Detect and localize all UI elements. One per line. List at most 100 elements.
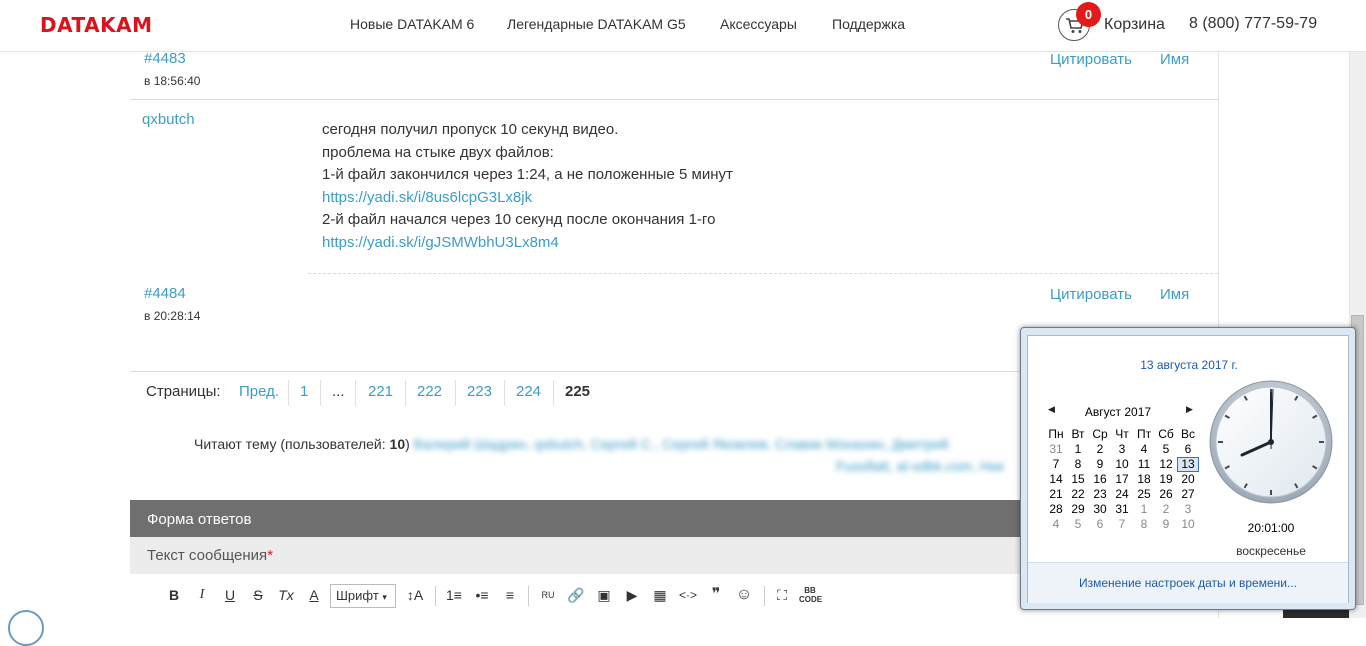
link-icon[interactable]: 🔗 <box>565 581 587 609</box>
clear-format-button[interactable]: Tx <box>275 581 297 609</box>
prev-month-icon[interactable]: ◀ <box>1048 404 1055 415</box>
calendar-day[interactable]: 31 <box>1111 502 1133 517</box>
calendar-day[interactable]: 17 <box>1111 472 1133 487</box>
calendar-day[interactable]: 10 <box>1177 517 1199 532</box>
calendar-day[interactable]: 8 <box>1133 517 1155 532</box>
align-button[interactable]: ≡ <box>499 581 521 609</box>
italic-button[interactable]: I <box>191 581 213 609</box>
calendar-day[interactable]: 27 <box>1177 487 1199 502</box>
calendar-day[interactable]: 8 <box>1067 457 1089 472</box>
calendar-day[interactable]: 4 <box>1045 517 1067 532</box>
nav-datakam-6[interactable]: Новые DATAKAM 6 <box>350 16 474 32</box>
calendar-day[interactable]: 9 <box>1089 457 1111 472</box>
calendar-day[interactable]: 5 <box>1067 517 1089 532</box>
calendar-day[interactable]: 4 <box>1133 442 1155 457</box>
calendar-day[interactable]: 10 <box>1111 457 1133 472</box>
nav-support[interactable]: Поддержка <box>832 16 905 32</box>
calendar-day[interactable]: 21 <box>1045 487 1067 502</box>
quote-button[interactable]: Цитировать <box>1050 286 1132 303</box>
pagination-prev[interactable]: Пред. <box>239 383 279 400</box>
calendar-day[interactable]: 25 <box>1133 487 1155 502</box>
font-size-button[interactable]: ↕A <box>400 581 430 609</box>
pagination-page[interactable]: 1 <box>300 383 308 400</box>
underline-button[interactable]: U <box>219 581 241 609</box>
pagination-page[interactable]: 223 <box>467 383 492 400</box>
pagination-page[interactable]: 224 <box>516 383 541 400</box>
calendar-day[interactable]: 7 <box>1111 517 1133 532</box>
calendar-day[interactable]: 19 <box>1155 472 1177 487</box>
post-id-link[interactable]: #4483 <box>144 50 186 67</box>
calendar-day[interactable]: 30 <box>1089 502 1111 517</box>
calendar-day[interactable]: 3 <box>1111 442 1133 457</box>
calendar-day[interactable]: 15 <box>1067 472 1089 487</box>
calendar-day[interactable]: 16 <box>1089 472 1111 487</box>
quote-icon[interactable]: ❞ <box>705 581 727 609</box>
image-icon[interactable]: ▣ <box>593 581 615 609</box>
phone-number[interactable]: 8 (800) 777-59-79 <box>1189 15 1317 33</box>
smiley-icon[interactable]: ☺ <box>733 581 755 609</box>
bbcode-button[interactable]: BB CODE <box>799 581 822 609</box>
message-link[interactable]: https://yadi.sk/i/8us6lcpG3Lx8jk <box>322 187 733 210</box>
site-logo[interactable]: DATAKAM <box>40 13 152 37</box>
calendar-day[interactable]: 22 <box>1067 487 1089 502</box>
calendar-today[interactable]: 13 <box>1177 457 1199 472</box>
calendar-day[interactable]: 6 <box>1089 517 1111 532</box>
cart-link[interactable]: Корзина <box>1104 16 1165 34</box>
name-button[interactable]: Имя <box>1160 286 1189 303</box>
calendar-day[interactable]: 23 <box>1089 487 1111 502</box>
post-id-link[interactable]: #4484 <box>144 285 186 302</box>
calendar-day[interactable]: 9 <box>1155 517 1177 532</box>
text-color-button[interactable]: A <box>303 581 325 609</box>
calendar-day[interactable]: 12 <box>1155 457 1177 472</box>
post-author[interactable]: qxbutch <box>142 111 195 128</box>
table-icon[interactable]: ▦ <box>649 581 671 609</box>
fullscreen-icon[interactable]: ⛶ <box>771 581 793 609</box>
video-icon[interactable]: ▶ <box>621 581 643 609</box>
name-button[interactable]: Имя <box>1160 51 1189 68</box>
calendar-day[interactable]: 31 <box>1045 442 1067 457</box>
readers-suffix: ) <box>405 436 410 452</box>
weekday-header: Пт <box>1136 427 1152 441</box>
nav-accessories[interactable]: Аксессуары <box>720 16 797 32</box>
message-link[interactable]: https://yadi.sk/i/gJSMWbhU3Lx8m4 <box>322 232 733 255</box>
calendar-day[interactable]: 1 <box>1133 502 1155 517</box>
calendar-day[interactable]: 7 <box>1045 457 1067 472</box>
calendar-day[interactable]: 5 <box>1155 442 1177 457</box>
calendar-day[interactable]: 2 <box>1155 502 1177 517</box>
calendar-day[interactable]: 11 <box>1133 457 1155 472</box>
calendar-day[interactable]: 28 <box>1045 502 1067 517</box>
readers-names[interactable]: Валерий Шадрин, qxbutch, Сергей С., Серг… <box>414 436 949 452</box>
pagination-page[interactable]: 221 <box>368 383 393 400</box>
quote-button[interactable]: Цитировать <box>1050 51 1132 68</box>
calendar-day[interactable]: 24 <box>1111 487 1133 502</box>
calendar-day[interactable]: 26 <box>1155 487 1177 502</box>
settings-bar: Изменение настроек даты и времени... <box>1028 562 1348 603</box>
calendar-month-title[interactable]: Август 2017 <box>1068 405 1168 419</box>
calendar-day[interactable]: 18 <box>1133 472 1155 487</box>
translit-button[interactable]: RU <box>537 581 559 609</box>
pagination-page[interactable]: 222 <box>417 383 442 400</box>
change-datetime-settings-link[interactable]: Изменение настроек даты и времени... <box>1028 576 1348 590</box>
readers-names[interactable]: Fussflatt, al-sdbk.com, Ник <box>836 458 1004 474</box>
code-icon[interactable]: <·> <box>677 581 699 609</box>
message-line: 2-й файл начался через 10 секунд после о… <box>322 211 716 228</box>
calendar-day[interactable]: 6 <box>1177 442 1199 457</box>
font-select[interactable]: Шрифт ▾ <box>330 584 396 608</box>
calendar-day[interactable]: 3 <box>1177 502 1199 517</box>
calendar-day[interactable]: 2 <box>1089 442 1111 457</box>
chat-widget-icon[interactable] <box>8 610 44 646</box>
calendar-day[interactable]: 29 <box>1067 502 1089 517</box>
calendar-day[interactable]: 1 <box>1067 442 1089 457</box>
bullet-list-button[interactable]: •≡ <box>471 581 493 609</box>
full-date-link[interactable]: 13 августа 2017 г. <box>1028 358 1350 372</box>
weekday-header: Чт <box>1115 427 1129 441</box>
numbered-list-button[interactable]: 1≡ <box>443 581 465 609</box>
next-month-icon[interactable]: ▶ <box>1186 404 1193 415</box>
calendar-day[interactable]: 20 <box>1177 472 1199 487</box>
readers-prefix: Читают тему (пользователей: <box>194 436 390 452</box>
post-divider <box>130 99 1218 100</box>
nav-datakam-g5[interactable]: Легендарные DATAKAM G5 <box>507 16 686 32</box>
strikethrough-button[interactable]: S <box>247 581 269 609</box>
bold-button[interactable]: B <box>163 581 185 609</box>
calendar-day[interactable]: 14 <box>1045 472 1067 487</box>
